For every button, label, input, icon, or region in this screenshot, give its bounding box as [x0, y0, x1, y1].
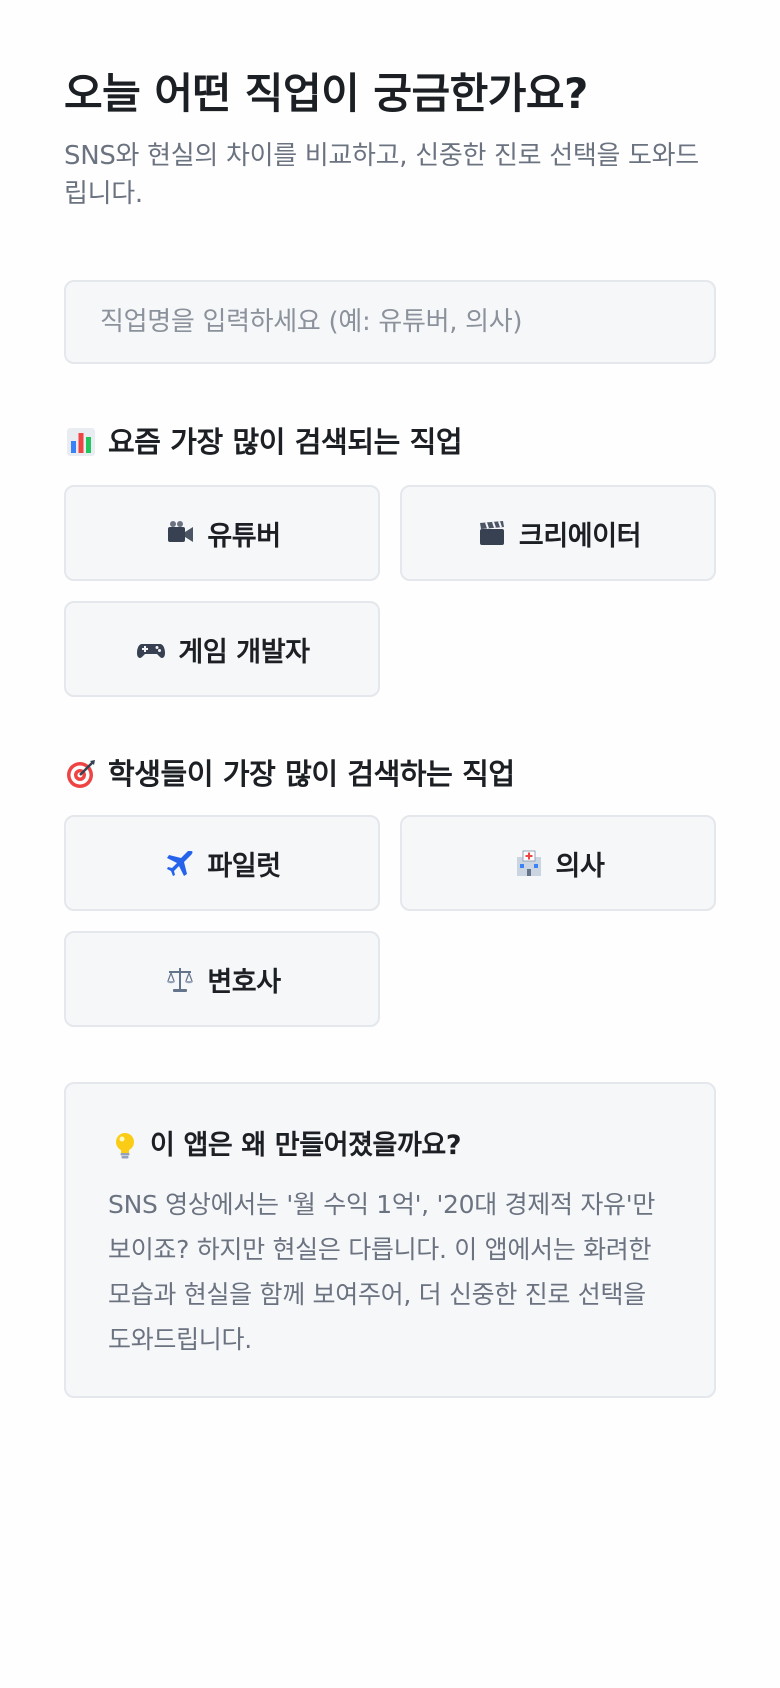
student-section-heading: 학생들이 가장 많이 검색하는 직업 — [64, 752, 716, 796]
job-search-input[interactable] — [66, 282, 714, 362]
page-title: 오늘 어떤 직업이 궁금한가요? — [64, 69, 588, 118]
job-button-game-developer[interactable]: 게임 개발자 — [64, 601, 380, 697]
clapperboard-icon — [475, 516, 509, 550]
job-label: 변호사 — [207, 966, 281, 998]
airplane-icon — [163, 846, 197, 880]
job-label: 파일럿 — [207, 850, 281, 882]
job-button-youtuber[interactable]: 유튜버 — [64, 485, 380, 581]
trending-jobs-grid: 유튜버 크리에이터 게임 개발자 — [64, 485, 716, 697]
about-app-card: 이 앱은 왜 만들어졌을까요? SNS 영상에서는 '월 수익 1억', '20… — [64, 1082, 716, 1398]
job-button-lawyer[interactable]: 변호사 — [64, 931, 380, 1027]
target-icon — [64, 757, 98, 791]
game-controller-icon — [134, 632, 168, 666]
student-jobs-grid: 파일럿 의사 변호사 — [64, 815, 716, 1027]
search-box — [64, 280, 716, 364]
page-subtitle: SNS와 현실의 차이를 비교하고, 신중한 진로 선택을 도와드립니다. — [64, 141, 699, 209]
job-button-pilot[interactable]: 파일럿 — [64, 815, 380, 911]
trending-section-title: 요즘 가장 많이 검색되는 직업 — [108, 425, 463, 459]
job-label: 크리에이터 — [518, 520, 642, 552]
scales-icon — [163, 962, 197, 996]
job-label: 유튜버 — [207, 520, 281, 552]
hospital-icon — [512, 846, 546, 880]
light-bulb-icon — [108, 1129, 142, 1163]
job-button-doctor[interactable]: 의사 — [400, 815, 716, 911]
about-app-title: 이 앱은 왜 만들어졌을까요? — [150, 1130, 462, 1161]
video-camera-icon — [163, 516, 197, 550]
job-label: 게임 개발자 — [178, 636, 310, 668]
bar-chart-icon — [64, 425, 98, 459]
job-button-creator[interactable]: 크리에이터 — [400, 485, 716, 581]
student-section-title: 학생들이 가장 많이 검색하는 직업 — [108, 757, 515, 791]
trending-section-heading: 요즘 가장 많이 검색되는 직업 — [64, 420, 716, 464]
about-app-description: SNS 영상에서는 '월 수익 1억', '20대 경제적 자유'만 보이죠? … — [108, 1190, 656, 1354]
about-app-heading: 이 앱은 왜 만들어졌을까요? — [108, 1126, 462, 1166]
job-label: 의사 — [555, 850, 605, 882]
